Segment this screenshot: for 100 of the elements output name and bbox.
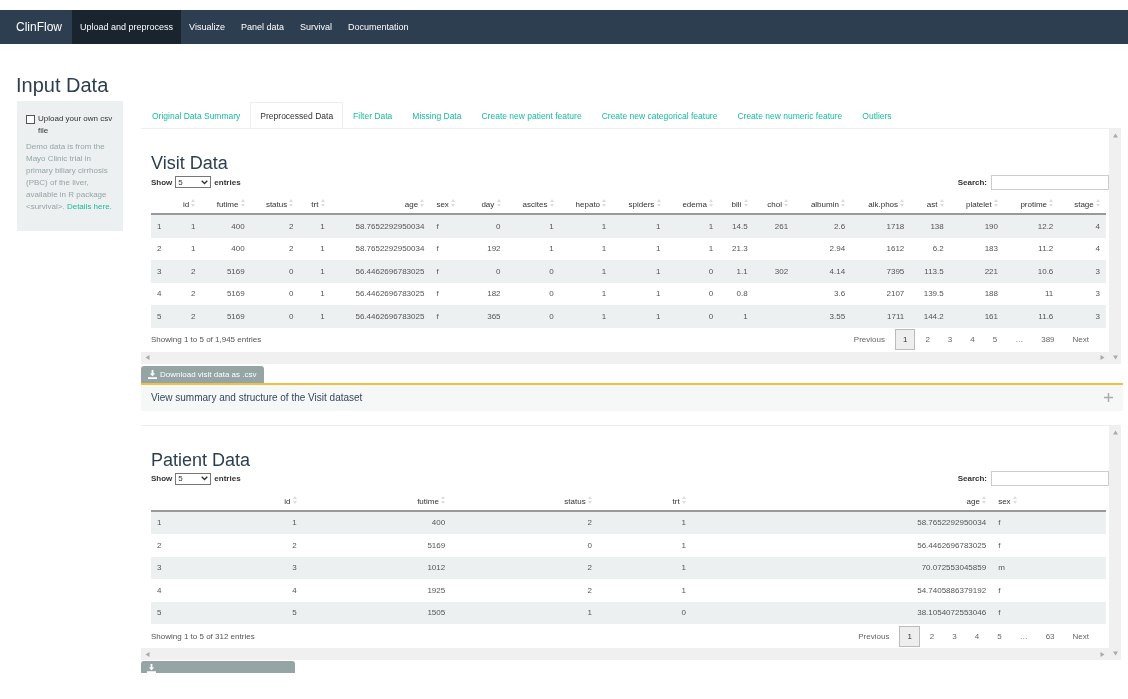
page-button[interactable]: 4	[966, 625, 988, 647]
panel-title: View summary and structure of the Visit dataset	[151, 392, 363, 403]
table-cell: f	[998, 608, 1001, 618]
page-button[interactable]: 3	[939, 329, 961, 350]
page-button[interactable]: 2	[917, 329, 938, 350]
table-cell: 1612	[886, 244, 905, 254]
column-header[interactable]: status	[564, 496, 586, 506]
scroll-left-icon[interactable]	[145, 651, 150, 657]
page-size-select[interactable]: 5	[175, 176, 212, 188]
previous-link[interactable]: Previous	[845, 329, 893, 350]
table-cell: 400	[231, 244, 245, 254]
column-header[interactable]: ascites	[522, 200, 548, 209]
scroll-left-icon[interactable]	[145, 355, 150, 360]
table-cell: 11.6	[1038, 311, 1054, 321]
column-header[interactable]: hepato	[575, 200, 601, 209]
next-link[interactable]: Next	[1064, 329, 1097, 350]
scroll-right-icon[interactable]	[1100, 355, 1105, 360]
table-cell: 161	[984, 311, 998, 321]
table-cell: 1	[320, 311, 325, 321]
section-title: Visit Data	[151, 153, 229, 174]
column-header[interactable]: futime	[417, 496, 439, 506]
table-cell: 190	[984, 221, 998, 231]
page-size-select[interactable]: 5	[175, 472, 212, 485]
sort-icon	[709, 199, 714, 207]
page-button[interactable]: 5	[989, 625, 1010, 647]
column-header[interactable]: status	[265, 200, 288, 209]
page-button[interactable]: 1	[899, 625, 920, 647]
scroll-right-icon[interactable]	[1100, 651, 1105, 657]
scroll-down-icon[interactable]	[1112, 651, 1118, 656]
next-link[interactable]: Next	[1064, 625, 1097, 647]
download-icon	[147, 664, 156, 673]
table-cell: m	[998, 563, 1005, 573]
brand-name[interactable]: ClinFlow	[8, 10, 72, 44]
table-cell: 2	[587, 563, 592, 573]
vertical-scrollbar[interactable]	[1109, 425, 1121, 660]
column-header[interactable]: alk.phos	[868, 200, 899, 209]
table-info: Showing 1 to 5 of 312 entries	[151, 631, 255, 641]
table-cell: 4.14	[829, 266, 846, 276]
page-button[interactable]: 4	[962, 329, 983, 350]
column-header[interactable]: spiders	[628, 200, 655, 209]
column-header[interactable]: platelet	[965, 200, 992, 209]
column-header[interactable]: edema	[682, 200, 707, 209]
nav-item[interactable]: Upload and preprocess	[72, 10, 182, 44]
sort-icon	[451, 199, 456, 207]
collapsible-panel[interactable]: View summary and structure of the Visit dataset	[141, 382, 1123, 411]
nav-item[interactable]: Panel data	[232, 10, 292, 44]
sort-icon	[784, 199, 789, 207]
column-header[interactable]: chol	[767, 200, 782, 209]
column-header[interactable]: sex	[436, 200, 449, 209]
table-cell: 1	[320, 266, 325, 276]
search-field[interactable]	[991, 471, 1109, 486]
column-header[interactable]: age	[404, 200, 419, 209]
page-button[interactable]: 3	[944, 625, 965, 647]
column-header[interactable]: age	[966, 496, 980, 506]
column-header[interactable]: trt	[311, 200, 319, 209]
table-cell: 1718	[886, 221, 905, 231]
column-header[interactable]: albumin	[810, 200, 839, 209]
column-header[interactable]: id	[182, 200, 190, 209]
table-cell: 54.7405886379192	[917, 585, 987, 595]
table-cell: 302	[774, 266, 789, 276]
page-button[interactable]: 1	[894, 329, 916, 350]
column-header[interactable]: id	[284, 496, 291, 506]
column-header[interactable]: bili	[731, 200, 742, 209]
scroll-down-icon[interactable]	[1112, 354, 1118, 360]
page-button[interactable]: 5	[984, 329, 1006, 350]
page-button[interactable]: 389	[1033, 329, 1063, 350]
page-size-value: 5	[178, 177, 183, 187]
table-cell: 192	[487, 244, 501, 254]
table-cell: 3	[1095, 266, 1100, 276]
table-cell: 1	[681, 563, 686, 573]
page-button[interactable]: 63	[1037, 625, 1063, 647]
table-cell: 1	[587, 608, 592, 618]
column-header[interactable]: trt	[672, 496, 680, 506]
vertical-scrollbar[interactable]	[1109, 129, 1121, 364]
horizontal-scrollbar[interactable]	[141, 648, 1109, 660]
table-cell: 2107	[886, 289, 905, 299]
page-button[interactable]: 2	[921, 625, 943, 647]
column-header[interactable]: ast	[926, 200, 938, 209]
search-field[interactable]	[991, 174, 1109, 190]
column-header[interactable]: stage	[1074, 200, 1094, 209]
download-button[interactable]	[141, 661, 295, 673]
horizontal-scrollbar[interactable]	[141, 351, 1109, 364]
tab[interactable]: Preprocessed Data	[250, 102, 344, 128]
previous-link[interactable]: Previous	[850, 625, 898, 647]
table-cell: f	[998, 518, 1001, 528]
nav-item[interactable]: Survival	[292, 10, 340, 44]
nav-item[interactable]: Documentation	[340, 10, 417, 44]
scroll-up-icon[interactable]	[1112, 429, 1118, 435]
column-header[interactable]: protime	[1020, 200, 1048, 209]
column-header[interactable]: day	[481, 200, 495, 209]
table-cell: 3	[1095, 289, 1100, 299]
column-header[interactable]: futime	[216, 200, 239, 209]
table-cell: 2.94	[829, 244, 846, 254]
column-header[interactable]: sex	[998, 496, 1011, 506]
nav-item[interactable]: Visualize	[181, 10, 233, 44]
scroll-up-icon[interactable]	[1112, 133, 1118, 138]
table-cell: 14.5	[732, 221, 748, 231]
checkbox[interactable]	[26, 115, 35, 124]
plus-icon[interactable]	[1104, 393, 1113, 402]
table-cell: 1711	[887, 311, 905, 321]
